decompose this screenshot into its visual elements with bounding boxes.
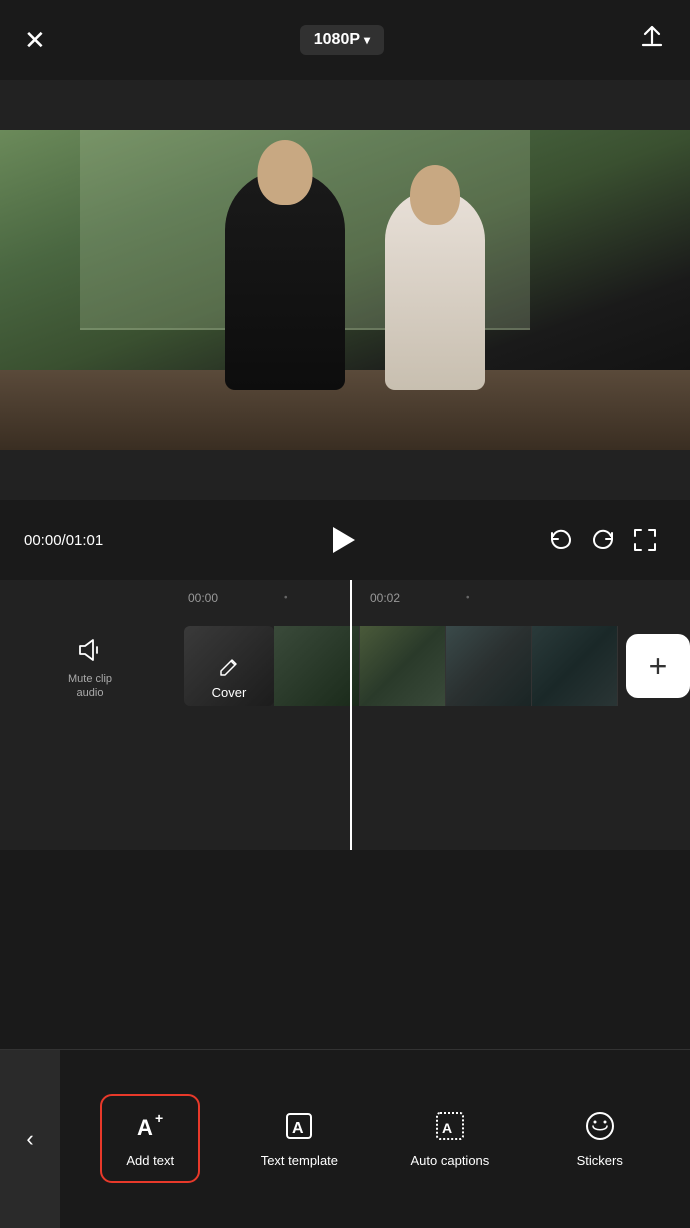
play-icon [333, 527, 355, 553]
toolbar-items: A + Add text A Text template A Auto capt… [60, 1093, 690, 1184]
fullscreen-icon [632, 527, 658, 553]
video-track: Mute clipaudio Cover [0, 616, 690, 716]
back-button[interactable]: ‹ [0, 1050, 60, 1228]
undo-button[interactable] [540, 519, 582, 561]
resolution-control: 1080P ▾ [300, 25, 384, 55]
track-label: Mute clipaudio [0, 632, 180, 701]
strip-frame-2 [360, 626, 446, 706]
fullscreen-button[interactable] [624, 519, 666, 561]
toolbar-item-auto-captions[interactable]: A Auto captions [399, 1093, 502, 1184]
video-strip [274, 626, 618, 706]
time-display: 00:00/01:01 [24, 532, 144, 549]
add-clip-button[interactable]: + [626, 634, 690, 698]
auto-captions-icon: A [433, 1109, 467, 1143]
scene-bg [0, 130, 690, 450]
plus-icon: + [649, 650, 668, 682]
cover-edit-icon [218, 655, 240, 677]
bottom-toolbar: ‹ A + Add text A Text template A Auto ca… [0, 1049, 690, 1227]
auto-captions-label: Auto captions [411, 1153, 490, 1168]
redo-button[interactable] [582, 519, 624, 561]
time-ruler: 00:00 • 00:02 • [0, 580, 690, 616]
strip-frame-3 [446, 626, 532, 706]
ruler-dot-2: • [466, 593, 470, 604]
add-text-label: Add text [126, 1153, 174, 1168]
play-button[interactable] [320, 518, 364, 562]
cover-label: Cover [184, 685, 274, 700]
export-button[interactable] [638, 23, 666, 57]
playhead [350, 580, 352, 850]
video-frame [0, 80, 690, 500]
toolbar-item-add-text[interactable]: A + Add text [100, 1094, 200, 1183]
svg-text:+: + [155, 1110, 163, 1126]
playback-controls: 00:00/01:01 [0, 500, 690, 580]
toolbar-item-text-template[interactable]: A Text template [249, 1093, 350, 1184]
text-template-label: Text template [261, 1153, 338, 1168]
close-button[interactable]: ✕ [24, 27, 46, 53]
strip-frame-1 [274, 626, 360, 706]
stickers-label: Stickers [577, 1153, 623, 1168]
ruler-dot-1: • [284, 593, 288, 604]
svg-text:A: A [137, 1115, 153, 1140]
mute-button[interactable] [72, 632, 108, 668]
upload-icon [638, 23, 666, 51]
top-bar: ✕ 1080P ▾ [0, 0, 690, 80]
strip-frame-4 [532, 626, 618, 706]
mute-label: Mute clipaudio [68, 672, 112, 701]
mute-icon [75, 635, 105, 665]
video-preview [0, 80, 690, 500]
resolution-label: 1080P [314, 31, 360, 49]
toolbar-item-stickers[interactable]: Stickers [550, 1093, 650, 1184]
ruler-tick-2: 00:02 [370, 591, 400, 605]
ruler-tick-1: 00:00 [188, 591, 218, 605]
svg-text:A: A [292, 1120, 304, 1137]
text-template-icon: A [282, 1109, 316, 1143]
back-chevron-icon: ‹ [26, 1126, 33, 1152]
stickers-icon [583, 1109, 617, 1143]
resolution-button[interactable]: 1080P ▾ [300, 25, 384, 55]
timeline-area: 00:00 • 00:02 • Mute clipaudio C [0, 580, 690, 850]
cover-clip[interactable]: Cover [184, 626, 274, 706]
add-text-icon: A + [133, 1109, 167, 1143]
svg-text:A: A [442, 1120, 452, 1136]
chevron-down-icon: ▾ [364, 33, 370, 47]
redo-icon [590, 527, 616, 553]
undo-icon [548, 527, 574, 553]
